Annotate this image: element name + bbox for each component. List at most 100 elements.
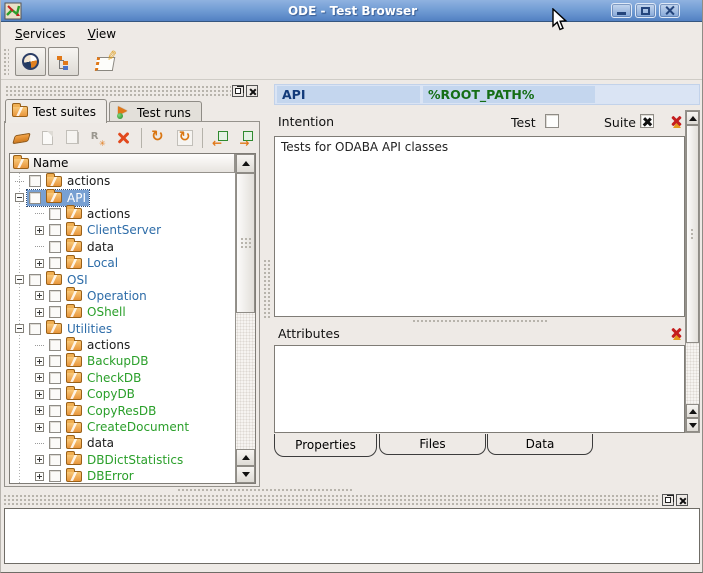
- tree-item-Local[interactable]: Local: [10, 255, 235, 271]
- tree-checkbox[interactable]: [49, 208, 61, 220]
- tree-item-CopyDB[interactable]: CopyDB: [10, 386, 235, 402]
- expander-plus-icon[interactable]: [35, 472, 44, 481]
- expander-plus-icon[interactable]: [35, 226, 44, 235]
- tree-item-actions[interactable]: actions: [10, 206, 235, 222]
- tree-item-data[interactable]: data: [10, 435, 235, 451]
- minimize-button[interactable]: [611, 3, 632, 18]
- horizontal-splitter[interactable]: [1, 487, 703, 494]
- tree-item-CheckDB[interactable]: CheckDB: [10, 370, 235, 386]
- titlebar[interactable]: ODE - Test Browser: [1, 0, 703, 22]
- tree-item-API[interactable]: API: [10, 189, 235, 205]
- scroll-up-button[interactable]: [236, 154, 255, 173]
- tree-checkbox[interactable]: [49, 388, 61, 400]
- expander-plus-icon[interactable]: [35, 291, 44, 300]
- tree-item-DBDictStatistics[interactable]: DBDictStatistics: [10, 452, 235, 468]
- tree-item-OShell[interactable]: OShell: [10, 304, 235, 320]
- left-dock-float-button[interactable]: [232, 85, 244, 97]
- expander-minus-icon[interactable]: [15, 275, 24, 284]
- copy-button[interactable]: [62, 127, 83, 149]
- tree-checkbox[interactable]: [49, 405, 61, 417]
- clear-button[interactable]: [11, 127, 32, 149]
- test-checkbox[interactable]: [545, 114, 559, 128]
- tree-item-Operation[interactable]: Operation: [10, 288, 235, 304]
- maximize-button[interactable]: [635, 3, 656, 18]
- tree-checkbox[interactable]: [29, 192, 41, 204]
- close-button[interactable]: [659, 3, 680, 18]
- expander-plus-icon[interactable]: [35, 390, 44, 399]
- workspace-button[interactable]: [15, 47, 46, 76]
- delete-button[interactable]: [112, 127, 133, 149]
- tree-vertical-scrollbar[interactable]: [235, 154, 255, 483]
- new-button[interactable]: [36, 127, 57, 149]
- tree-item-Utilities[interactable]: Utilities: [10, 321, 235, 337]
- tree-checkbox[interactable]: [29, 175, 41, 187]
- expander-plus-icon[interactable]: [35, 455, 44, 464]
- bottom-dock-float-button[interactable]: [662, 494, 674, 506]
- toolbar-drag-handle[interactable]: [3, 48, 9, 76]
- tree-item-CopyResDB[interactable]: CopyResDB: [10, 402, 235, 418]
- expander-plus-icon[interactable]: [35, 308, 44, 317]
- tree-item-OSI[interactable]: OSI: [10, 271, 235, 287]
- tree-item-ClientServer[interactable]: ClientServer: [10, 222, 235, 238]
- scroll-down-button[interactable]: [686, 418, 699, 432]
- tree-item-DBError[interactable]: DBError: [10, 468, 235, 483]
- attributes-clear-button[interactable]: [668, 324, 685, 341]
- tree-checkbox[interactable]: [49, 437, 61, 449]
- export-button[interactable]: [236, 127, 257, 149]
- scrollbar-thumb[interactable]: [686, 125, 699, 343]
- tree-checkbox[interactable]: [49, 241, 61, 253]
- tree-checkbox[interactable]: [49, 421, 61, 433]
- bottom-dock-handle[interactable]: [3, 494, 659, 506]
- tree-checkbox[interactable]: [49, 470, 61, 482]
- scroll-up-button-2[interactable]: [236, 449, 255, 466]
- vertical-splitter[interactable]: [261, 84, 273, 487]
- tree-view-button[interactable]: [48, 47, 79, 76]
- expander-minus-icon[interactable]: [15, 324, 24, 333]
- refresh-button[interactable]: [174, 127, 195, 149]
- tree-checkbox[interactable]: [49, 306, 61, 318]
- tree-item-CreateDocument[interactable]: CreateDocument: [10, 419, 235, 435]
- record-path-cell[interactable]: %ROOT_PATH%: [423, 86, 595, 103]
- scroll-up-button-2[interactable]: [686, 404, 699, 418]
- bottom-dock-close-button[interactable]: [676, 494, 688, 506]
- output-panel[interactable]: [4, 508, 700, 564]
- expander-plus-icon[interactable]: [35, 373, 44, 382]
- intention-textarea[interactable]: Tests for ODABA API classes: [274, 136, 685, 317]
- tab-data[interactable]: Data: [487, 434, 593, 455]
- tree-checkbox[interactable]: [49, 454, 61, 466]
- tree-header[interactable]: Name: [10, 154, 235, 173]
- attributes-textarea[interactable]: [274, 345, 685, 433]
- edit-notebook-button[interactable]: [89, 47, 120, 76]
- tree-checkbox[interactable]: [29, 274, 41, 286]
- tree-item-data[interactable]: data: [10, 239, 235, 255]
- record-name-cell[interactable]: API: [277, 86, 420, 103]
- tab-test-suites[interactable]: Test suites: [5, 99, 107, 123]
- tab-files[interactable]: Files: [379, 434, 486, 455]
- scrollbar-thumb[interactable]: [236, 173, 255, 313]
- tree-item-actions[interactable]: actions: [10, 337, 235, 353]
- expander-plus-icon[interactable]: [35, 423, 44, 432]
- right-vertical-scrollbar[interactable]: [685, 110, 700, 433]
- left-dock-close-button[interactable]: [246, 85, 258, 97]
- expander-minus-icon[interactable]: [15, 193, 24, 202]
- import-button[interactable]: [210, 127, 231, 149]
- menu-services[interactable]: Services: [7, 25, 74, 43]
- undo-button[interactable]: [149, 127, 170, 149]
- tree-checkbox[interactable]: [49, 224, 61, 236]
- tab-properties[interactable]: Properties: [274, 434, 377, 457]
- tree-checkbox[interactable]: [49, 257, 61, 269]
- tree-item-actions[interactable]: actions: [10, 173, 235, 189]
- tree-checkbox[interactable]: [29, 323, 41, 335]
- intention-clear-button[interactable]: [668, 112, 685, 129]
- scroll-down-button[interactable]: [236, 466, 255, 483]
- scrollbar-track[interactable]: [236, 313, 255, 449]
- scroll-up-button[interactable]: [686, 111, 699, 125]
- expander-plus-icon[interactable]: [35, 357, 44, 366]
- expander-plus-icon[interactable]: [35, 259, 44, 268]
- expander-plus-icon[interactable]: [35, 406, 44, 415]
- tree-checkbox[interactable]: [49, 372, 61, 384]
- menu-view[interactable]: View: [80, 25, 124, 43]
- rename-button[interactable]: [87, 127, 108, 149]
- tree-checkbox[interactable]: [49, 290, 61, 302]
- suite-checkbox[interactable]: [640, 114, 654, 128]
